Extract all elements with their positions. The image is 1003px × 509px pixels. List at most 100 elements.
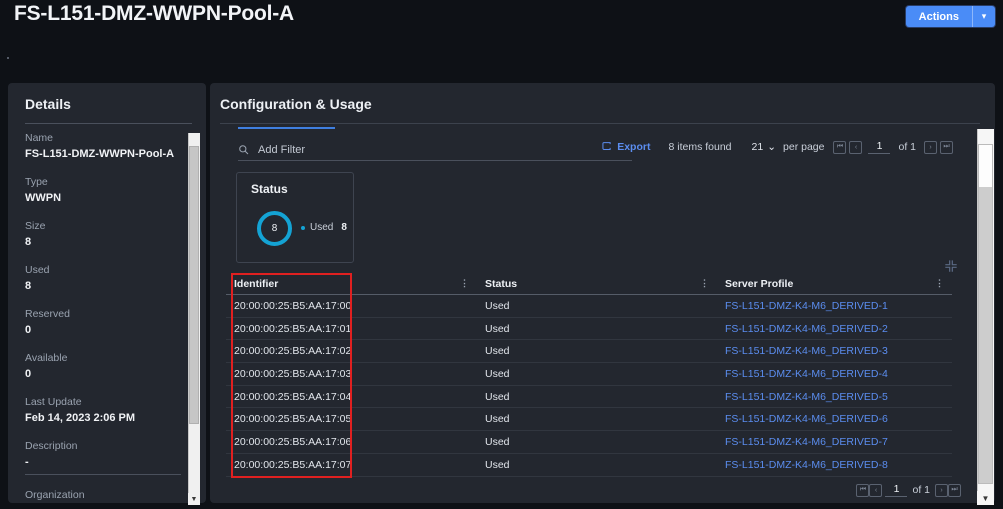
cell-identifier: 20:00:00:25:B5:AA:17:06: [226, 436, 477, 448]
detail-field-value: Feb 14, 2023 2:06 PM: [25, 410, 189, 426]
cell-identifier: 20:00:00:25:B5:AA:17:01: [226, 323, 477, 335]
stray-dot: [7, 57, 9, 59]
column-header-identifier[interactable]: Identifier ⋮: [226, 278, 477, 290]
detail-field-label: Size: [25, 219, 189, 234]
detail-field-label: Name: [25, 131, 189, 146]
column-menu-icon[interactable]: ⋮: [460, 278, 469, 289]
page-number-input[interactable]: 1: [885, 483, 907, 497]
status-legend: Used 8: [301, 222, 347, 233]
sidebar-scroll-down-arrow[interactable]: ▼: [188, 493, 200, 505]
cell-identifier: 20:00:00:25:B5:AA:17:03: [226, 368, 477, 380]
cell-identifier: 20:00:00:25:B5:AA:17:00: [226, 300, 477, 312]
cell-status: Used: [477, 300, 717, 312]
page-title: FS-L151-DMZ-WWPN-Pool-A: [14, 2, 294, 26]
first-page-button[interactable]: ⏮: [833, 141, 846, 154]
column-menu-icon[interactable]: ⋮: [935, 278, 944, 289]
detail-field-value: WWPN: [25, 190, 189, 206]
detail-field: Size8: [25, 219, 189, 250]
cell-server-profile-link[interactable]: FS-L151-DMZ-K4-M6_DERIVED-1: [717, 300, 952, 312]
actions-button[interactable]: Actions ▾: [906, 6, 995, 27]
details-panel: Details NameFS-L151-DMZ-WWPN-Pool-A TypeW…: [8, 83, 206, 503]
legend-count-used: 8: [341, 222, 347, 233]
cell-server-profile-link[interactable]: FS-L151-DMZ-K4-M6_DERIVED-5: [717, 391, 952, 403]
detail-field-label: Type: [25, 175, 189, 190]
per-page-label: per page: [783, 141, 824, 153]
first-page-button[interactable]: ⏮: [856, 484, 869, 497]
table-header-row: Identifier ⋮ Status ⋮ Server Profile ⋮: [226, 273, 952, 295]
cell-identifier: 20:00:00:25:B5:AA:17:02: [226, 345, 477, 357]
chevron-down-icon[interactable]: ▾: [973, 6, 995, 27]
cell-server-profile-link[interactable]: FS-L151-DMZ-K4-M6_DERIVED-4: [717, 368, 952, 380]
detail-field-label: Organization: [25, 488, 189, 503]
detail-field-label: Description: [25, 439, 189, 454]
top-pagination: ⏮ ‹ 1 of 1 › ⏭: [833, 140, 953, 154]
status-summary-card: Status 8 Used 8: [236, 172, 354, 263]
detail-field-label: Reserved: [25, 307, 189, 322]
main-scrollbar-thumb[interactable]: [978, 144, 993, 484]
cell-identifier: 20:00:00:25:B5:AA:17:04: [226, 391, 477, 403]
cell-status: Used: [477, 368, 717, 380]
main-scroll-down-arrow[interactable]: ▼: [977, 491, 994, 505]
detail-field-label: Available: [25, 351, 189, 366]
table-body: 20:00:00:25:B5:AA:17:00UsedFS-L151-DMZ-K…: [226, 295, 952, 477]
table-row[interactable]: 20:00:00:25:B5:AA:17:07UsedFS-L151-DMZ-K…: [226, 454, 952, 477]
details-panel-title: Details: [25, 96, 71, 112]
detail-field-value: FS-L151-DMZ-WWPN-Pool-A: [25, 146, 189, 162]
cell-server-profile-link[interactable]: FS-L151-DMZ-K4-M6_DERIVED-2: [717, 323, 952, 335]
export-button[interactable]: Export: [602, 141, 650, 154]
detail-field-underline: [25, 474, 181, 475]
detail-field-value: 8: [25, 234, 189, 250]
previous-page-button[interactable]: ‹: [869, 484, 882, 497]
details-divider: [25, 123, 192, 124]
cell-server-profile-link[interactable]: FS-L151-DMZ-K4-M6_DERIVED-8: [717, 459, 952, 471]
page-header: FS-L151-DMZ-WWPN-Pool-A Actions ▾: [0, 0, 1003, 68]
table-row[interactable]: 20:00:00:25:B5:AA:17:06UsedFS-L151-DMZ-K…: [226, 431, 952, 454]
sidebar-scrollbar-thumb[interactable]: [189, 146, 199, 424]
add-filter-bar[interactable]: Add Filter: [238, 139, 632, 161]
chevron-down-icon: ⌄: [767, 141, 776, 153]
table-row[interactable]: 20:00:00:25:B5:AA:17:01UsedFS-L151-DMZ-K…: [226, 318, 952, 341]
last-page-button[interactable]: ⏭: [948, 484, 961, 497]
previous-page-button[interactable]: ‹: [849, 141, 862, 154]
detail-field-value: 0: [25, 366, 189, 382]
cell-server-profile-link[interactable]: FS-L151-DMZ-K4-M6_DERIVED-7: [717, 436, 952, 448]
table-row[interactable]: 20:00:00:25:B5:AA:17:03UsedFS-L151-DMZ-K…: [226, 363, 952, 386]
column-menu-icon[interactable]: ⋮: [700, 278, 709, 289]
detail-field-label: Last Update: [25, 395, 189, 410]
table-toolbar: Export 8 items found 21 ⌄ per page ⏮ ‹ 1…: [602, 140, 953, 154]
column-header-server-profile-label: Server Profile: [725, 278, 793, 290]
detail-field: Last UpdateFeb 14, 2023 2:06 PM: [25, 395, 189, 426]
items-found-count: 8 items found: [668, 141, 731, 153]
column-header-server-profile[interactable]: Server Profile ⋮: [717, 278, 952, 290]
detail-field-value: -: [25, 454, 189, 470]
detail-field: NameFS-L151-DMZ-WWPN-Pool-A: [25, 131, 189, 162]
table-row[interactable]: 20:00:00:25:B5:AA:17:00UsedFS-L151-DMZ-K…: [226, 295, 952, 318]
page-number-input[interactable]: 1: [868, 140, 890, 154]
column-header-status-label: Status: [485, 278, 517, 290]
cell-server-profile-link[interactable]: FS-L151-DMZ-K4-M6_DERIVED-3: [717, 345, 952, 357]
detail-field: OrganizationFlashStack: [25, 488, 189, 503]
table-row[interactable]: 20:00:00:25:B5:AA:17:05UsedFS-L151-DMZ-K…: [226, 408, 952, 431]
next-page-button[interactable]: ›: [935, 484, 948, 497]
column-header-identifier-label: Identifier: [234, 278, 278, 290]
detail-field: Used8: [25, 263, 189, 294]
next-page-button[interactable]: ›: [924, 141, 937, 154]
cell-status: Used: [477, 391, 717, 403]
status-card-title: Status: [251, 182, 288, 196]
last-page-button[interactable]: ⏭: [940, 141, 953, 154]
cell-server-profile-link[interactable]: FS-L151-DMZ-K4-M6_DERIVED-6: [717, 413, 952, 425]
column-header-status[interactable]: Status ⋮: [477, 278, 717, 290]
per-page-select[interactable]: 21 ⌄: [752, 141, 777, 153]
export-icon: [602, 141, 612, 154]
per-page-value: 21: [752, 141, 764, 153]
detail-field: TypeWWPN: [25, 175, 189, 206]
detail-field-value: 8: [25, 278, 189, 294]
cell-status: Used: [477, 323, 717, 335]
table-row[interactable]: 20:00:00:25:B5:AA:17:04UsedFS-L151-DMZ-K…: [226, 386, 952, 409]
search-icon: [238, 144, 249, 155]
cell-status: Used: [477, 413, 717, 425]
cell-identifier: 20:00:00:25:B5:AA:17:05: [226, 413, 477, 425]
collapse-expand-icon[interactable]: [944, 259, 958, 273]
add-filter-label: Add Filter: [258, 144, 305, 156]
table-row[interactable]: 20:00:00:25:B5:AA:17:02UsedFS-L151-DMZ-K…: [226, 340, 952, 363]
